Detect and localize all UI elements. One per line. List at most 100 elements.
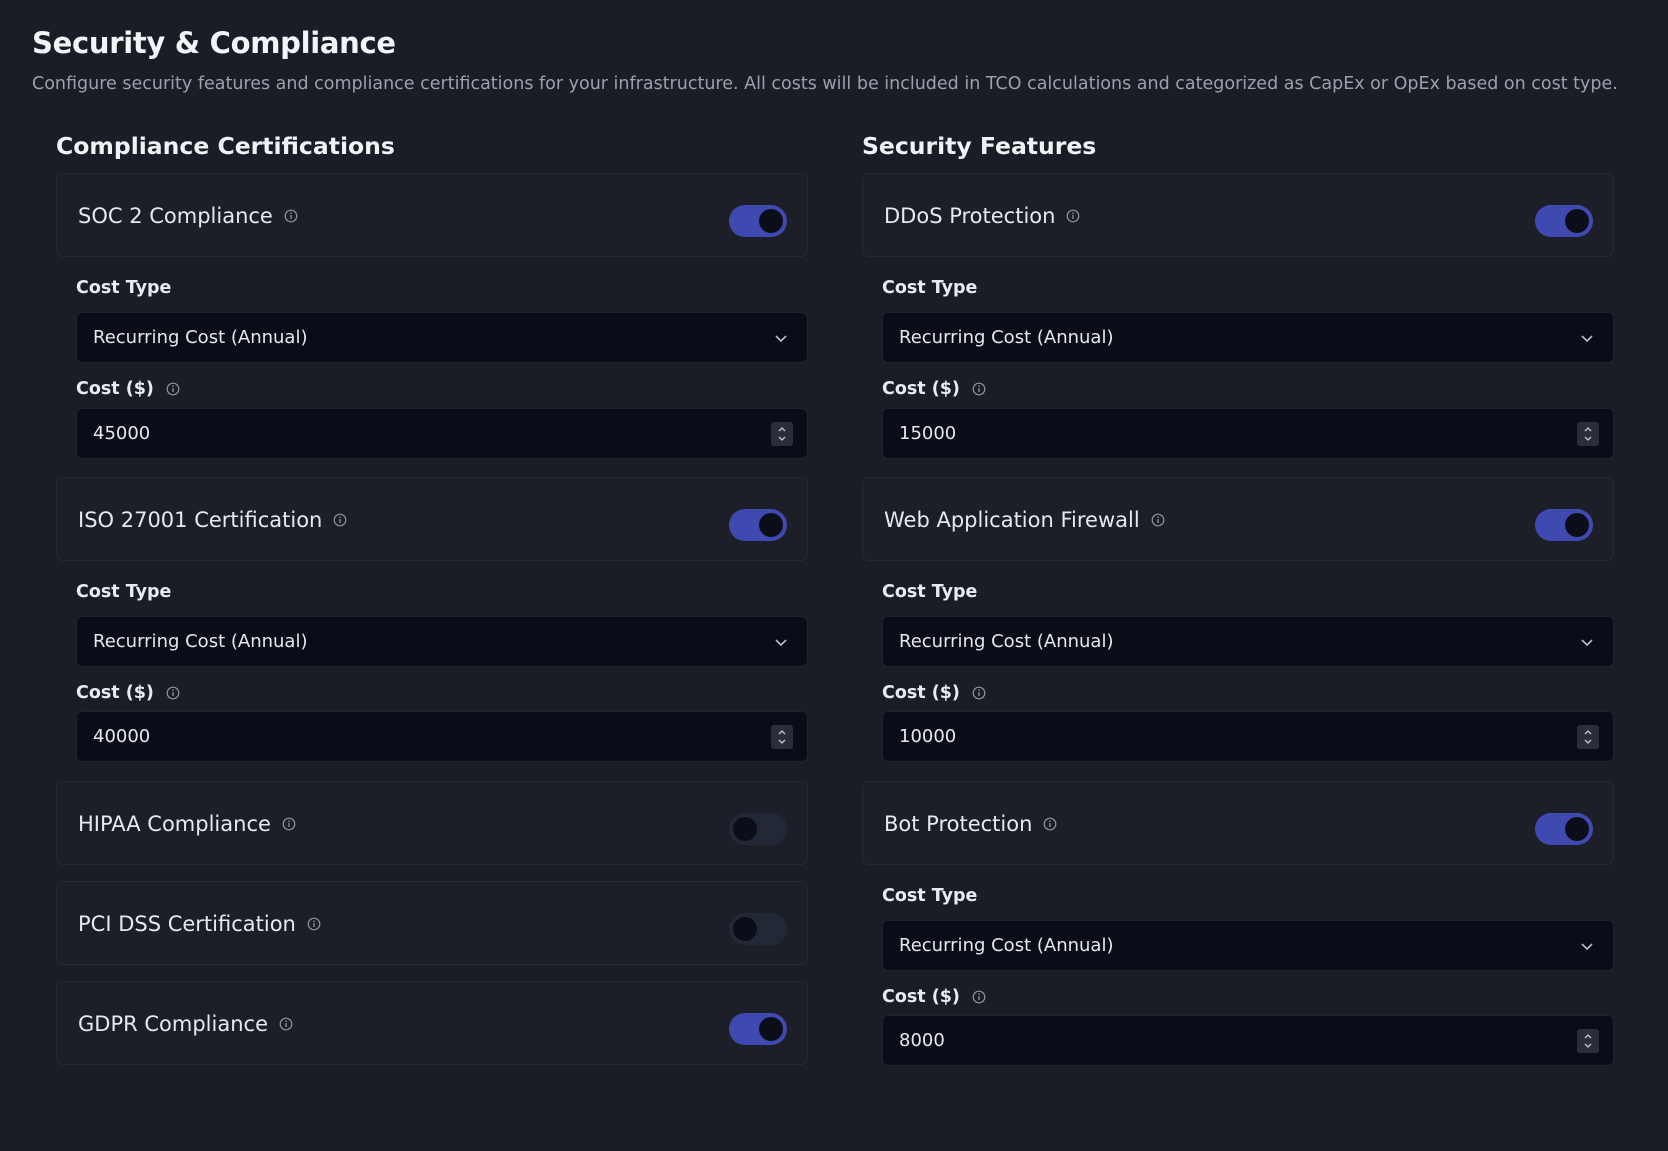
bot-protection-card: Bot Protection [862, 781, 1614, 865]
waf-label: Web Application Firewall [884, 508, 1140, 532]
soc2-cost-input[interactable]: 45000 [76, 408, 808, 459]
gdpr-toggle[interactable] [729, 1013, 787, 1045]
toggle-knob [1565, 209, 1589, 233]
info-icon[interactable] [279, 1017, 293, 1031]
info-icon[interactable] [166, 382, 180, 396]
ddos-cost-input[interactable]: 15000 [882, 408, 1614, 459]
soc2-cost-value: 45000 [93, 423, 151, 444]
bot-protection-toggle[interactable] [1535, 813, 1593, 845]
waf-cost-type-label: Cost Type [882, 582, 977, 602]
toggle-knob [759, 209, 783, 233]
waf-cost-type-select[interactable]: Recurring Cost (Annual) [882, 616, 1614, 667]
info-icon[interactable] [972, 382, 986, 396]
bot-protection-cost-input[interactable]: 8000 [882, 1015, 1614, 1066]
iso27001-card: ISO 27001 Certification [56, 477, 808, 561]
spinner-updown-icon[interactable] [1577, 1029, 1599, 1053]
hipaa-card: HIPAA Compliance [56, 781, 808, 865]
ddos-cost-type-select[interactable]: Recurring Cost (Annual) [882, 312, 1614, 363]
page-description: Configure security features and complian… [32, 74, 1618, 94]
soc2-cost-type-select[interactable]: Recurring Cost (Annual) [76, 312, 808, 363]
pci-dss-label-row: PCI DSS Certification [78, 882, 321, 966]
spinner-updown-icon[interactable] [1577, 422, 1599, 446]
info-icon[interactable] [972, 686, 986, 700]
ddos-cost-type-label: Cost Type [882, 278, 977, 298]
toggle-knob [733, 917, 757, 941]
compliance-section-title: Compliance Certifications [56, 132, 395, 160]
chevron-down-icon [1581, 335, 1593, 343]
page-title: Security & Compliance [32, 26, 396, 60]
iso27001-cost-type-select[interactable]: Recurring Cost (Annual) [76, 616, 808, 667]
info-icon[interactable] [333, 513, 347, 527]
cost-type-label-text: Cost Type [882, 278, 978, 298]
spinner-updown-icon[interactable] [771, 725, 793, 749]
cost-type-label-text: Cost Type [76, 582, 172, 602]
chevron-down-icon [1581, 943, 1593, 951]
spinner-updown-icon[interactable] [771, 422, 793, 446]
waf-cost-type-value: Recurring Cost (Annual) [899, 631, 1114, 652]
gdpr-card: GDPR Compliance [56, 981, 808, 1065]
soc2-card: SOC 2 Compliance [56, 173, 808, 257]
ddos-label-row: DDoS Protection [884, 174, 1080, 258]
waf-label-row: Web Application Firewall [884, 478, 1165, 562]
toggle-knob [759, 513, 783, 537]
hipaa-toggle[interactable] [729, 813, 787, 845]
toggle-knob [1565, 513, 1589, 537]
iso27001-cost-type-value: Recurring Cost (Annual) [93, 631, 308, 652]
chevron-down-icon [775, 335, 787, 343]
cost-label-text: Cost ($) [882, 379, 960, 399]
bot-protection-cost-type-value: Recurring Cost (Annual) [899, 935, 1114, 956]
soc2-cost-type-value: Recurring Cost (Annual) [93, 327, 308, 348]
cost-type-label-text: Cost Type [76, 278, 172, 298]
ddos-toggle[interactable] [1535, 205, 1593, 237]
iso27001-cost-input[interactable]: 40000 [76, 711, 808, 762]
gdpr-label: GDPR Compliance [78, 1012, 268, 1036]
hipaa-label: HIPAA Compliance [78, 812, 271, 836]
pci-dss-toggle[interactable] [729, 913, 787, 945]
iso27001-cost-type-label: Cost Type [76, 582, 171, 602]
hipaa-label-row: HIPAA Compliance [78, 782, 296, 866]
toggle-knob [1565, 817, 1589, 841]
soc2-label-row: SOC 2 Compliance [78, 174, 298, 258]
waf-card: Web Application Firewall [862, 477, 1614, 561]
info-icon[interactable] [972, 990, 986, 1004]
cost-label-text: Cost ($) [76, 683, 154, 703]
soc2-cost-label: Cost ($) [76, 379, 180, 399]
info-icon[interactable] [1066, 209, 1080, 223]
gdpr-label-row: GDPR Compliance [78, 982, 293, 1066]
info-icon[interactable] [284, 209, 298, 223]
bot-protection-cost-value: 8000 [899, 1030, 945, 1051]
security-column: Security Features DDoS Protection Cost T… [862, 126, 1614, 1066]
bot-protection-label-row: Bot Protection [884, 782, 1057, 866]
bot-protection-cost-type-label: Cost Type [882, 886, 977, 906]
waf-cost-value: 10000 [899, 726, 957, 747]
spinner-updown-icon[interactable] [1577, 725, 1599, 749]
iso27001-toggle[interactable] [729, 509, 787, 541]
iso27001-cost-label: Cost ($) [76, 683, 180, 703]
toggle-knob [759, 1017, 783, 1041]
bot-protection-cost-label: Cost ($) [882, 987, 986, 1007]
soc2-toggle[interactable] [729, 205, 787, 237]
info-icon[interactable] [1043, 817, 1057, 831]
chevron-down-icon [775, 639, 787, 647]
security-compliance-page: Security & Compliance Configure security… [0, 0, 1668, 1151]
waf-cost-input[interactable]: 10000 [882, 711, 1614, 762]
cost-label-text: Cost ($) [76, 379, 154, 399]
chevron-down-icon [1581, 639, 1593, 647]
cost-type-label-text: Cost Type [882, 886, 978, 906]
waf-toggle[interactable] [1535, 509, 1593, 541]
toggle-knob [733, 817, 757, 841]
ddos-label: DDoS Protection [884, 204, 1056, 228]
pci-dss-card: PCI DSS Certification [56, 881, 808, 965]
info-icon[interactable] [307, 917, 321, 931]
soc2-cost-type-label: Cost Type [76, 278, 171, 298]
bot-protection-label: Bot Protection [884, 812, 1033, 836]
cost-type-label-text: Cost Type [882, 582, 978, 602]
info-icon[interactable] [1151, 513, 1165, 527]
info-icon[interactable] [166, 686, 180, 700]
ddos-card: DDoS Protection [862, 173, 1614, 257]
info-icon[interactable] [282, 817, 296, 831]
security-section-title: Security Features [862, 132, 1097, 160]
bot-protection-cost-type-select[interactable]: Recurring Cost (Annual) [882, 920, 1614, 971]
iso27001-label-row: ISO 27001 Certification [78, 478, 347, 562]
cost-label-text: Cost ($) [882, 683, 960, 703]
